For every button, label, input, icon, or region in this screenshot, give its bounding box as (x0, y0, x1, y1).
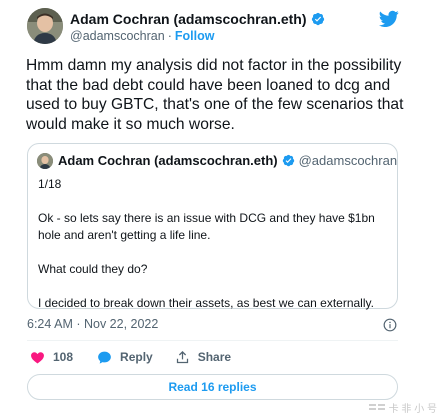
author-name-line: Adam Cochran (adamscochran.eth) (70, 11, 325, 27)
reply-label: Reply (120, 350, 153, 364)
action-bar: 108 Reply Share (30, 348, 231, 366)
author-handle[interactable]: @adamscochran (70, 29, 165, 43)
tweet-embed: Adam Cochran (adamscochran.eth) @adamsco… (0, 0, 443, 418)
share-icon (176, 350, 188, 363)
reply-bubble-icon (98, 351, 111, 364)
quoted-tweet[interactable]: Adam Cochran (adamscochran.eth) @adamsco… (27, 143, 398, 312)
verified-badge-icon (311, 12, 324, 26)
author-display-name[interactable]: Adam Cochran (adamscochran.eth) (70, 11, 307, 27)
separator-dot: · (167, 29, 172, 43)
like-button[interactable]: 108 (30, 350, 73, 365)
reply-button[interactable]: Reply (97, 350, 153, 365)
watermark-text: 卡 非 小 号 (388, 404, 437, 415)
share-button[interactable]: Share (175, 350, 231, 365)
quoted-display-name: Adam Cochran (adamscochran.eth) (58, 153, 278, 168)
quoted-text: 1/18 Ok - so lets say there is an issue … (38, 176, 388, 312)
quoted-line-gap (38, 193, 388, 210)
quoted-line-gap (38, 278, 388, 295)
author-avatar[interactable] (27, 8, 63, 44)
quoted-line: 1/18 (38, 177, 62, 191)
info-icon[interactable] (383, 318, 397, 332)
verified-badge-icon (282, 154, 294, 167)
quoted-line: Ok - so lets say there is an issue with … (38, 211, 375, 242)
share-label: Share (197, 350, 232, 364)
read-replies-button[interactable]: Read 16 replies (27, 374, 398, 400)
author-handle-line: @adamscochran · Follow (70, 29, 214, 43)
watermark-logo-icon (368, 403, 385, 410)
quoted-author-avatar (37, 153, 53, 169)
tweet-timestamp[interactable]: 6:24 AM · Nov 22, 2022 (27, 317, 158, 331)
twitter-bird-icon[interactable] (379, 10, 399, 28)
quoted-handle: @adamscochran (298, 153, 398, 168)
tweet-text: Hmm damn my analysis did not factor in t… (26, 57, 404, 133)
quoted-line-gap (38, 244, 388, 261)
watermark: 卡 非 小 号 (368, 400, 437, 415)
quoted-line: What could they do? (38, 262, 148, 276)
like-count: 108 (53, 350, 74, 364)
quoted-header: Adam Cochran (adamscochran.eth) @adamsco… (58, 153, 397, 168)
divider (27, 340, 398, 341)
quoted-line: I decided to break down their assets, as… (38, 296, 374, 310)
heart-icon (31, 351, 44, 363)
follow-link[interactable]: Follow (175, 29, 215, 43)
